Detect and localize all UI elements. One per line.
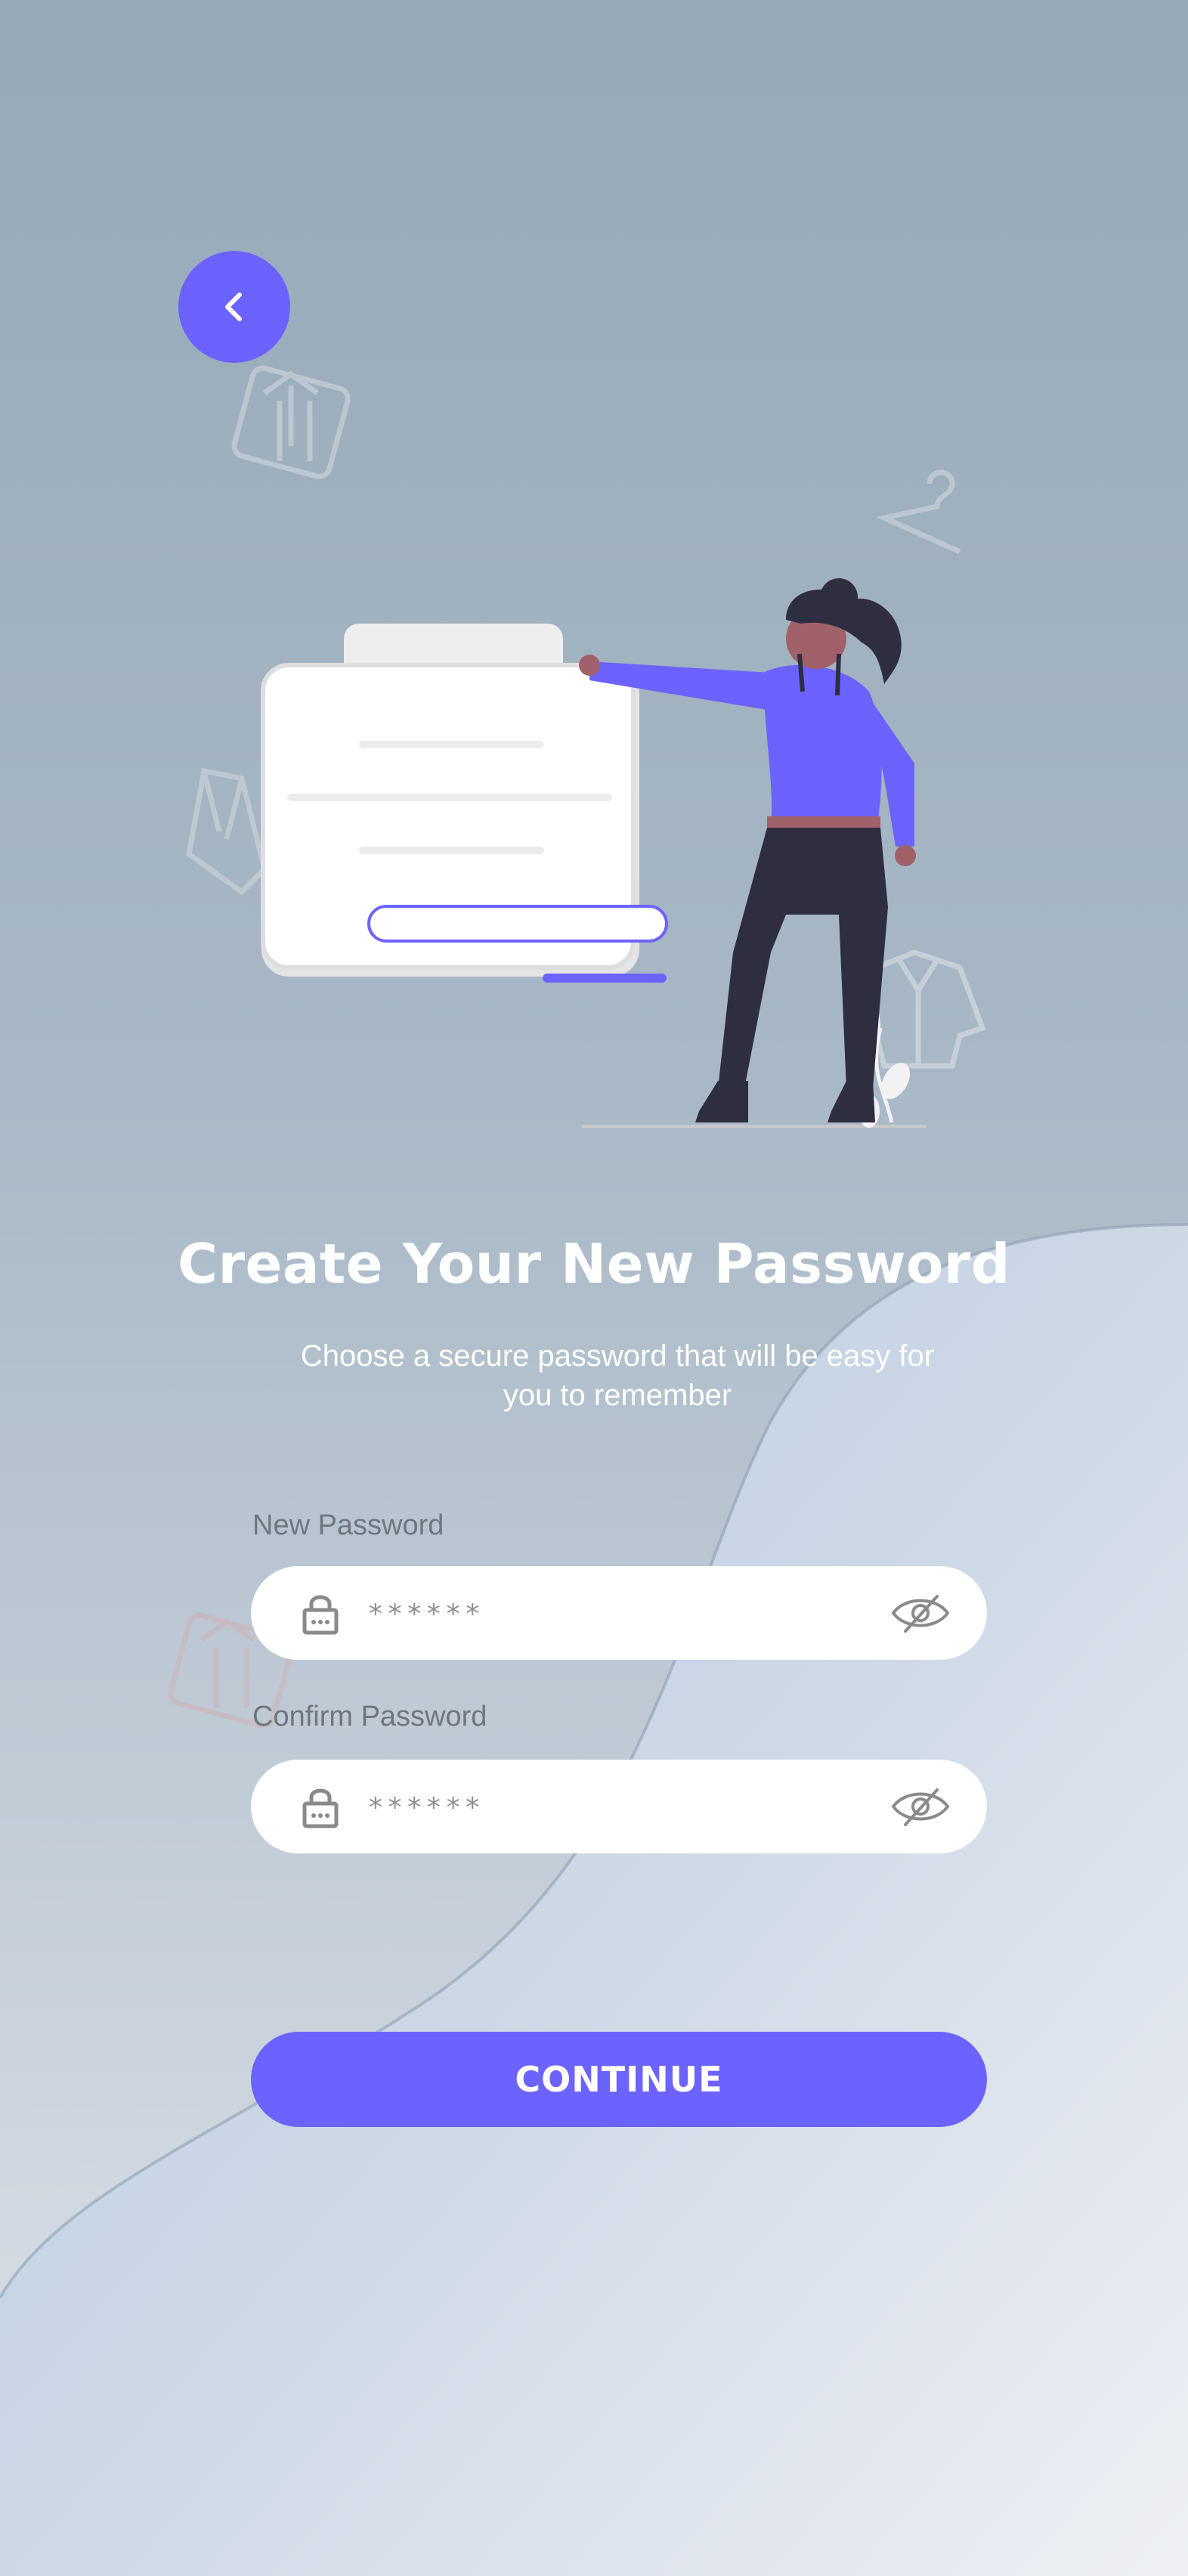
confirm-password-label: Confirm Password bbox=[252, 1701, 487, 1732]
back-button[interactable] bbox=[178, 251, 290, 363]
chevron-left-icon bbox=[225, 293, 242, 321]
confirm-password-field[interactable] bbox=[251, 1760, 987, 1853]
continue-button[interactable]: CONTINUE bbox=[251, 2032, 987, 2127]
new-password-label: New Password bbox=[252, 1509, 444, 1541]
lock-icon bbox=[302, 1788, 339, 1828]
new-password-input[interactable] bbox=[366, 1583, 852, 1645]
lock-icon bbox=[302, 1595, 339, 1635]
page-subtitle: Choose a secure password that will be ea… bbox=[300, 1339, 935, 1412]
shirt-icon bbox=[231, 365, 351, 479]
page-title: Create Your New Password bbox=[178, 1232, 1010, 1296]
confirm-password-input[interactable] bbox=[366, 1776, 852, 1838]
hanger-icon bbox=[877, 469, 961, 555]
password-illustration bbox=[261, 578, 926, 1128]
eye-off-icon[interactable] bbox=[890, 1785, 951, 1828]
eye-off-icon[interactable] bbox=[890, 1592, 951, 1634]
new-password-field[interactable] bbox=[251, 1566, 987, 1660]
